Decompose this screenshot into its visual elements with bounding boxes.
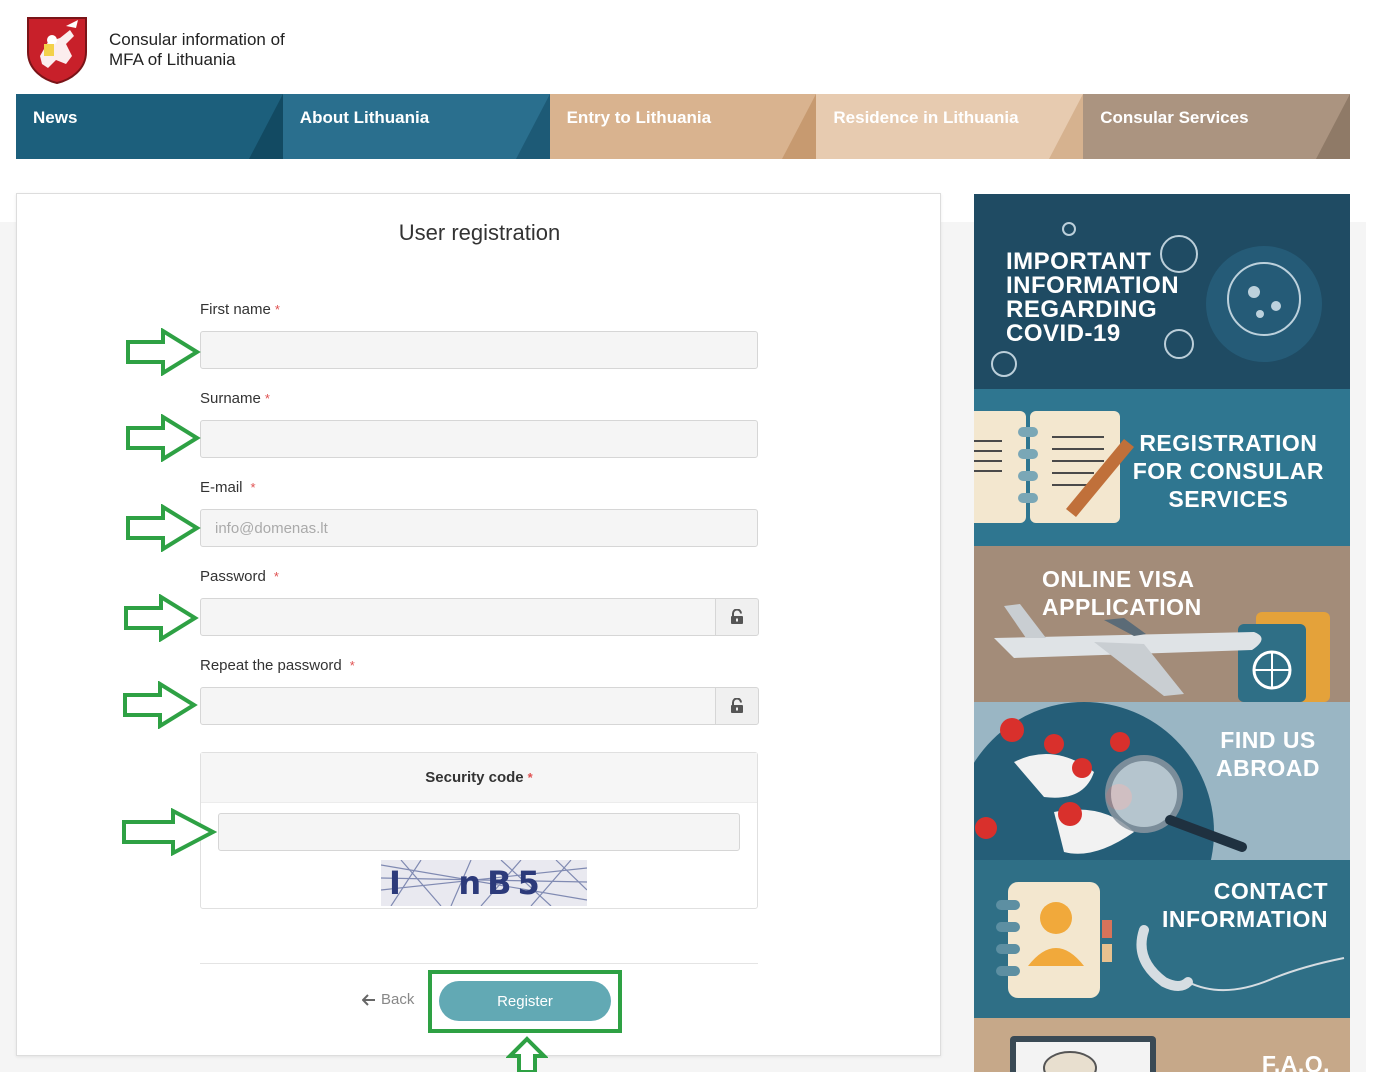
banner-text-line: IMPORTANT bbox=[1006, 248, 1152, 275]
banner-text-line: FIND US bbox=[1220, 727, 1316, 753]
password-label: Password * bbox=[200, 568, 279, 585]
banner-text-line: ONLINE VISA APPLICATION bbox=[1042, 566, 1202, 620]
security-code-header: Security code * bbox=[201, 753, 757, 803]
security-code-box: Security code * I nB5 bbox=[200, 752, 758, 909]
nav-news[interactable]: News bbox=[16, 94, 283, 159]
banner-contact-text: CONTACT INFORMATION bbox=[1162, 877, 1328, 933]
repeat-password-label-text: Repeat the password bbox=[200, 657, 342, 674]
banner-find-us-text: FIND US ABROAD bbox=[1216, 726, 1320, 782]
banner-faq[interactable]: F.A.Q. bbox=[974, 1018, 1350, 1072]
nav-entry-to-lithuania[interactable]: Entry to Lithuania bbox=[549, 94, 817, 159]
captcha-text: I nB5 bbox=[389, 864, 546, 902]
banner-covid-info[interactable]: IMPORTANT INFORMATION REGARDING COVID-19 bbox=[974, 194, 1350, 389]
banner-text-line: ABROAD bbox=[1216, 755, 1320, 781]
back-link[interactable]: Back bbox=[362, 991, 414, 1008]
nav-label: Residence in Lithuania bbox=[833, 108, 1019, 127]
first-name-input[interactable] bbox=[200, 331, 758, 369]
password-label-text: Password bbox=[200, 568, 266, 585]
surname-label-text: Surname bbox=[200, 390, 261, 407]
annotation-arrow-right bbox=[126, 504, 201, 552]
nav-label: Consular Services bbox=[1100, 108, 1249, 127]
nav-slant bbox=[1315, 94, 1350, 159]
banner-find-us-abroad[interactable]: FIND US ABROAD bbox=[974, 702, 1350, 860]
required-mark: * bbox=[273, 569, 279, 584]
repeat-password-input[interactable] bbox=[200, 687, 716, 725]
banner-text-line: REGARDING bbox=[1006, 296, 1158, 323]
nav-about-lithuania[interactable]: About Lithuania bbox=[282, 94, 550, 159]
site-title: Consular information of MFA of Lithuania bbox=[109, 30, 285, 70]
annotation-arrow-right bbox=[126, 328, 201, 376]
banner-registration-text: REGISTRATION FOR CONSULAR SERVICES bbox=[1133, 429, 1324, 513]
banner-registration-consular[interactable]: REGISTRATION FOR CONSULAR SERVICES bbox=[974, 389, 1350, 546]
banner-faq-text: F.A.Q. bbox=[1262, 1050, 1330, 1072]
form-divider bbox=[200, 963, 758, 964]
email-label: E-mail * bbox=[200, 479, 256, 496]
banner-text-line: COVID-19 bbox=[1006, 320, 1121, 347]
nav-slant bbox=[782, 94, 817, 159]
required-mark: * bbox=[250, 480, 256, 495]
banner-text-line: SERVICES bbox=[1168, 486, 1289, 512]
banner-text-line: F.A.Q. bbox=[1261, 1051, 1330, 1072]
required-mark: * bbox=[274, 302, 280, 317]
email-label-text: E-mail bbox=[200, 479, 243, 496]
banner-visa-text: ONLINE VISA APPLICATION bbox=[1042, 565, 1350, 621]
banner-text-line: INFORMATION bbox=[1006, 272, 1180, 299]
nav-label: News bbox=[33, 108, 78, 127]
required-mark: * bbox=[264, 391, 270, 406]
annotation-arrow-right bbox=[122, 808, 217, 856]
email-placeholder: info@domenas.lt bbox=[215, 519, 328, 537]
email-input[interactable]: info@domenas.lt bbox=[200, 509, 758, 547]
banner-online-visa[interactable]: ONLINE VISA APPLICATION bbox=[974, 546, 1350, 702]
arrow-left-icon bbox=[362, 993, 375, 1006]
annotation-arrow-up bbox=[506, 1036, 548, 1072]
repeat-password-lock-button[interactable] bbox=[715, 687, 759, 725]
password-lock-button[interactable] bbox=[715, 598, 759, 636]
banner-covid-text: IMPORTANT INFORMATION REGARDING COVID-19 bbox=[1006, 250, 1179, 346]
nav-label: About Lithuania bbox=[299, 108, 430, 127]
first-name-label: First name * bbox=[200, 301, 280, 318]
registration-card: User registration First name * Surname * E… bbox=[16, 193, 941, 1056]
site-header: Consular information of MFA of Lithuania bbox=[16, 10, 1350, 94]
required-mark: * bbox=[527, 770, 533, 785]
first-name-label-text: First name bbox=[200, 301, 271, 318]
back-label: Back bbox=[381, 991, 415, 1008]
repeat-password-label: Repeat the password * bbox=[200, 657, 355, 674]
annotation-arrow-right bbox=[126, 414, 201, 462]
banner-contact-information[interactable]: CONTACT INFORMATION bbox=[974, 860, 1350, 1018]
nav-slant bbox=[248, 94, 283, 159]
site-title-line2: MFA of Lithuania bbox=[109, 50, 236, 69]
register-highlight-frame bbox=[428, 970, 622, 1033]
coat-of-arms-logo[interactable] bbox=[26, 16, 88, 84]
surname-label: Surname * bbox=[200, 390, 270, 407]
security-code-input[interactable] bbox=[218, 813, 740, 851]
site-title-line1: Consular information of bbox=[109, 30, 285, 49]
lock-icon bbox=[731, 609, 743, 624]
banner-text-line: FOR CONSULAR bbox=[1132, 458, 1324, 484]
password-input[interactable] bbox=[200, 598, 716, 636]
banner-text-line: INFORMATION bbox=[1161, 906, 1328, 932]
nav-slant bbox=[515, 94, 550, 159]
lock-icon bbox=[731, 698, 743, 713]
nav-residence-in-lithuania[interactable]: Residence in Lithuania bbox=[816, 94, 1084, 159]
nav-label: Entry to Lithuania bbox=[566, 108, 712, 127]
captcha-image: I nB5 bbox=[381, 860, 587, 906]
required-mark: * bbox=[349, 658, 355, 673]
annotation-arrow-right bbox=[123, 681, 198, 729]
nav-slant bbox=[1049, 94, 1084, 159]
page-title: User registration bbox=[398, 220, 561, 245]
security-code-label: Security code bbox=[425, 769, 524, 786]
annotation-arrow-right bbox=[124, 594, 199, 642]
banner-text-line: REGISTRATION bbox=[1139, 430, 1318, 456]
surname-input[interactable] bbox=[200, 420, 758, 458]
banner-text-line: CONTACT bbox=[1213, 878, 1328, 904]
main-navigation: News About Lithuania Entry to Lithuania … bbox=[16, 94, 1350, 159]
nav-consular-services[interactable]: Consular Services bbox=[1083, 94, 1350, 159]
